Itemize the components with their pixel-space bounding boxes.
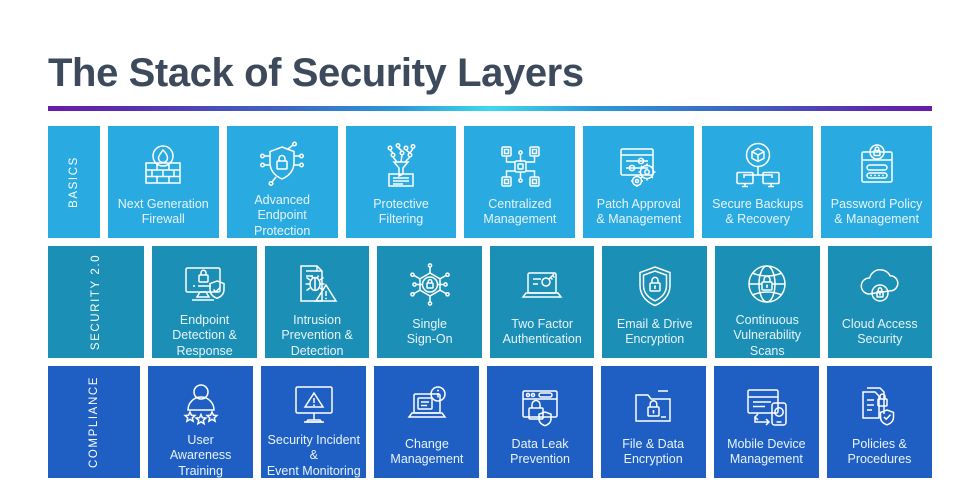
shield-padlock-icon: [630, 259, 680, 313]
tile-label: Centralized Management: [483, 197, 557, 227]
shield-lock-nodes-icon: [257, 139, 307, 189]
tile-centralized-management[interactable]: Centralized Management: [464, 126, 576, 238]
tile-label: Cloud Access Security: [841, 317, 918, 347]
cloud-lock-icon: [855, 259, 905, 313]
tile-label: Patch Approval & Management: [596, 197, 682, 227]
tile-label: Protective Filtering: [373, 197, 429, 227]
settings-sliders-gears-icon: [614, 139, 664, 193]
monitor-phone-sync-icon: [741, 379, 791, 433]
tile-label: Secure Backups & Recovery: [712, 197, 804, 227]
tile-patch-approval-management[interactable]: Patch Approval & Management: [583, 126, 695, 238]
tile-intrusion-prevention-detection[interactable]: Intrusion Prevention & Detection: [264, 246, 370, 358]
tile-single-sign-on[interactable]: Single Sign-On: [377, 246, 482, 358]
tile-password-policy-management[interactable]: Password Policy & Management: [821, 126, 933, 238]
laptop-info-icon: [402, 379, 452, 433]
document-bug-warning-icon: [292, 259, 342, 309]
tile-cloud-access-security[interactable]: Cloud Access Security: [827, 246, 933, 358]
layer-row-security: SECURITY 2.0 Endpoint Detection & Respon…: [48, 246, 933, 358]
filter-funnel-nodes-icon: [376, 139, 426, 193]
documents-lock-check-icon: [854, 379, 904, 433]
tile-next-generation-firewall[interactable]: Next Generation Firewall: [107, 126, 219, 238]
tile-label: File & Data Encryption: [622, 437, 685, 467]
user-stars-icon: [176, 379, 226, 429]
tile-data-leak-prevention[interactable]: Data Leak Prevention: [487, 366, 593, 478]
tile-file-data-encryption[interactable]: File & Data Encryption: [600, 366, 706, 478]
security-layers-grid: BASICS Next Generation Firewall Advanced…: [48, 126, 933, 478]
tile-label: Endpoint Detection & Response: [172, 313, 237, 358]
tile-label: Single Sign-On: [406, 317, 453, 347]
tile-advanced-endpoint-protection[interactable]: Advanced Endpoint Protection: [226, 126, 338, 238]
folder-lock-icon: [628, 379, 678, 433]
tile-label: Email & Drive Encryption: [616, 317, 693, 347]
slide-root: The Stack of Security Layers BASICS Next…: [0, 0, 975, 504]
browser-lock-shield-icon: [515, 379, 565, 433]
title-block: The Stack of Security Layers: [48, 51, 932, 112]
page-title: The Stack of Security Layers: [48, 51, 584, 95]
tile-secure-backups-recovery[interactable]: Secure Backups & Recovery: [702, 126, 814, 238]
tile-label: Mobile Device Management: [727, 437, 806, 467]
circuit-lock-icon: [405, 259, 455, 313]
tile-label: Change Management: [390, 437, 464, 467]
layer-row-basics: BASICS Next Generation Firewall Advanced…: [48, 126, 933, 238]
tile-security-incident-event-monitoring[interactable]: Security Incident & Event Monitoring: [261, 366, 367, 478]
title-gradient-rule: [48, 106, 932, 112]
tile-label: Next Generation Firewall: [117, 197, 209, 227]
tile-label: Data Leak Prevention: [510, 437, 570, 467]
row-label-security: SECURITY 2.0: [48, 246, 145, 358]
password-form-lock-icon: [852, 139, 902, 193]
tile-label: User Awareness Training: [169, 433, 232, 478]
tile-label: Password Policy & Management: [830, 197, 923, 227]
monitor-warning-icon: [289, 379, 339, 429]
tile-change-management[interactable]: Change Management: [374, 366, 480, 478]
globe-lock-icon: [742, 259, 792, 309]
tile-mobile-device-management[interactable]: Mobile Device Management: [713, 366, 819, 478]
tile-two-factor-authentication[interactable]: Two Factor Authentication: [489, 246, 595, 358]
row-label-basics: BASICS: [48, 126, 100, 238]
row-label-text: COMPLIANCE: [88, 375, 101, 469]
row-label-text: BASICS: [67, 156, 80, 208]
tile-label: Advanced Endpoint Protection: [253, 193, 311, 238]
firewall-flame-icon: [138, 139, 188, 193]
monitor-lock-shield-icon: [180, 259, 230, 309]
tile-protective-filtering[interactable]: Protective Filtering: [345, 126, 457, 238]
tile-continuous-vulnerability-scans[interactable]: Continuous Vulnerability Scans: [714, 246, 820, 358]
cloud-box-monitors-icon: [733, 139, 783, 193]
tile-label: Two Factor Authentication: [502, 317, 582, 347]
tile-endpoint-detection-response[interactable]: Endpoint Detection & Response: [152, 246, 257, 358]
row-label-compliance: COMPLIANCE: [48, 366, 141, 478]
layer-row-compliance: COMPLIANCE User Awareness Training Secur…: [48, 366, 933, 478]
tile-label: Intrusion Prevention & Detection: [281, 313, 353, 358]
tile-label: Continuous Vulnerability Scans: [733, 313, 802, 358]
laptop-key-icon: [517, 259, 567, 313]
tile-user-awareness-training[interactable]: User Awareness Training: [148, 366, 254, 478]
tile-label: Policies & Procedures: [847, 437, 912, 467]
tile-email-drive-encryption[interactable]: Email & Drive Encryption: [602, 246, 707, 358]
tile-label: Security Incident & Event Monitoring: [266, 433, 361, 478]
row-label-text: SECURITY 2.0: [90, 253, 103, 351]
tile-policies-procedures[interactable]: Policies & Procedures: [826, 366, 933, 478]
network-nodes-icon: [495, 139, 545, 193]
